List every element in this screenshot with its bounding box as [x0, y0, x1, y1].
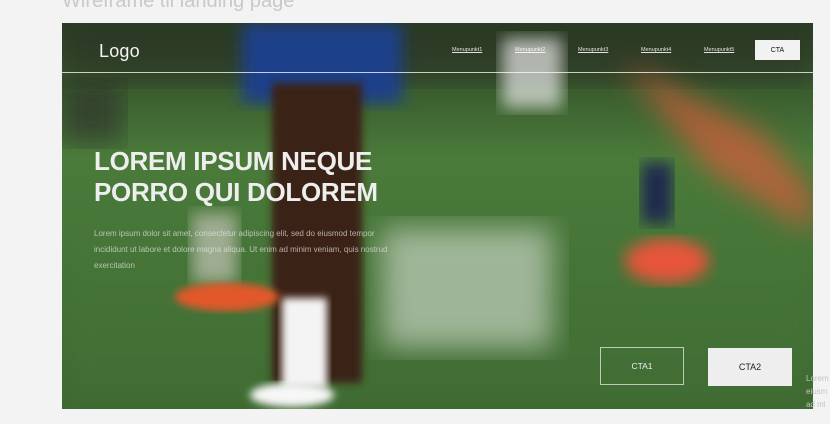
page-heading: Wireframe til landing page [62, 0, 295, 12]
nav-link-4[interactable]: Menupunkt4 [641, 47, 704, 53]
nav-cta-button[interactable]: CTA [755, 40, 800, 60]
logo[interactable]: Logo [99, 41, 140, 62]
hero-background-image [62, 23, 813, 409]
main-nav: Menupunkt1 Menupunkt2 Menupunkt3 Menupun… [452, 47, 767, 53]
hero-headline-line-2: PORRO QUI DOLOREM [94, 177, 378, 207]
nav-link-1[interactable]: Menupunkt1 [452, 47, 515, 53]
adjacent-frame-text: Lorem eiusm ad mi [806, 372, 830, 411]
nav-link-3[interactable]: Menupunkt3 [578, 47, 641, 53]
nav-link-2[interactable]: Menupunkt2 [515, 47, 578, 53]
hero-headline: LOREM IPSUM NEQUE PORRO QUI DOLOREM [94, 146, 434, 208]
adjacent-text-line-1: Lorem [806, 374, 829, 383]
top-navigation-bar: Logo Menupunkt1 Menupunkt2 Menupunkt3 Me… [62, 23, 813, 73]
landing-page-frame: Logo Menupunkt1 Menupunkt2 Menupunkt3 Me… [62, 23, 813, 409]
hero-headline-line-1: LOREM IPSUM NEQUE [94, 146, 373, 176]
hero-body-text: Lorem ipsum dolor sit amet, consectetur … [94, 229, 388, 270]
adjacent-text-line-2: eiusm [806, 387, 828, 396]
cta2-button[interactable]: CTA2 [708, 348, 792, 386]
adjacent-text-line-3: ad mi [806, 400, 826, 409]
cta1-button[interactable]: CTA1 [600, 347, 684, 385]
